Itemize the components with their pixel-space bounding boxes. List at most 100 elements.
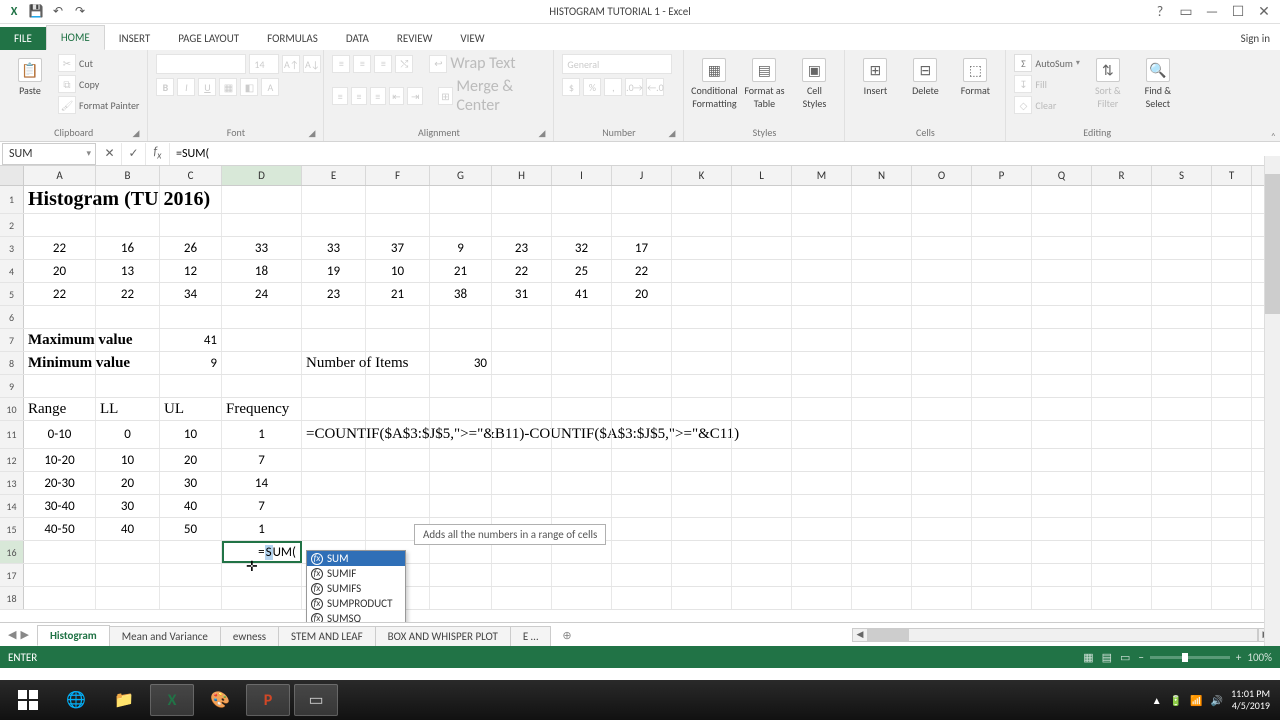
cell[interactable] bbox=[430, 472, 492, 494]
formula-autocomplete[interactable]: fxSUMfxSUMIFfxSUMIFSfxSUMPRODUCTfxSUMSQf… bbox=[306, 550, 406, 622]
cell[interactable]: 24 bbox=[222, 283, 302, 305]
col-header[interactable]: I bbox=[552, 166, 612, 185]
cell[interactable] bbox=[1032, 352, 1092, 374]
row-header[interactable]: 16 bbox=[0, 541, 24, 563]
cell[interactable] bbox=[672, 375, 732, 397]
cell[interactable] bbox=[1152, 260, 1212, 282]
cell[interactable] bbox=[1152, 306, 1212, 328]
cell[interactable] bbox=[160, 564, 222, 586]
border-icon[interactable]: ▦ bbox=[219, 78, 237, 96]
cell[interactable]: 38 bbox=[430, 283, 492, 305]
cell[interactable] bbox=[302, 495, 366, 517]
cell[interactable] bbox=[612, 398, 672, 420]
col-header[interactable]: M bbox=[792, 166, 852, 185]
cell[interactable] bbox=[222, 329, 302, 351]
zoom-slider[interactable] bbox=[1150, 656, 1230, 659]
cell[interactable] bbox=[302, 398, 366, 420]
cell[interactable] bbox=[222, 186, 302, 213]
cell[interactable] bbox=[1092, 495, 1152, 517]
cell[interactable] bbox=[852, 518, 912, 540]
redo-icon[interactable]: ↷ bbox=[72, 4, 88, 20]
cell[interactable] bbox=[672, 186, 732, 213]
cell[interactable] bbox=[852, 541, 912, 563]
cell[interactable] bbox=[612, 495, 672, 517]
cell[interactable] bbox=[1092, 472, 1152, 494]
cell[interactable]: 23 bbox=[492, 237, 552, 259]
cell[interactable]: 20 bbox=[96, 472, 160, 494]
cell[interactable] bbox=[1092, 186, 1152, 213]
cell[interactable] bbox=[852, 237, 912, 259]
cell[interactable] bbox=[1152, 541, 1212, 563]
add-sheet-button[interactable]: ⊕ bbox=[550, 626, 583, 645]
cell[interactable] bbox=[1152, 375, 1212, 397]
cell[interactable]: 0-10 bbox=[24, 421, 96, 448]
cell[interactable] bbox=[24, 587, 96, 609]
align-bottom-icon[interactable]: ≡ bbox=[374, 55, 392, 73]
col-header[interactable]: S bbox=[1152, 166, 1212, 185]
cell[interactable]: Histogram (TU 2016) bbox=[24, 186, 96, 213]
dialog-launcher-icon[interactable]: ◢ bbox=[539, 128, 546, 139]
cell[interactable] bbox=[732, 564, 792, 586]
cell[interactable]: 22 bbox=[24, 283, 96, 305]
dialog-launcher-icon[interactable]: ◢ bbox=[133, 128, 140, 139]
autosum-button[interactable]: ΣAutoSum▾ bbox=[1014, 54, 1079, 72]
cell[interactable] bbox=[1092, 329, 1152, 351]
cell[interactable]: Number of Items bbox=[302, 352, 366, 374]
cell[interactable] bbox=[366, 449, 430, 471]
tab-file[interactable]: FILE bbox=[0, 27, 46, 50]
cell[interactable]: 22 bbox=[492, 260, 552, 282]
cell[interactable] bbox=[1212, 449, 1252, 471]
hscroll-left-icon[interactable]: ◀ bbox=[852, 628, 868, 642]
cell[interactable]: 30 bbox=[430, 352, 492, 374]
cell[interactable] bbox=[1032, 421, 1092, 448]
indent-inc-icon[interactable]: ⇥ bbox=[407, 87, 423, 105]
cell[interactable] bbox=[96, 541, 160, 563]
cell[interactable] bbox=[912, 518, 972, 540]
cell[interactable] bbox=[612, 449, 672, 471]
cell[interactable] bbox=[222, 587, 302, 609]
cell[interactable]: 50 bbox=[160, 518, 222, 540]
cell[interactable] bbox=[1032, 260, 1092, 282]
sheet-nav-prev-icon[interactable]: ◀ bbox=[8, 628, 16, 641]
cell[interactable] bbox=[732, 214, 792, 236]
cell[interactable] bbox=[912, 564, 972, 586]
cell[interactable] bbox=[366, 495, 430, 517]
worksheet-grid[interactable]: A B C D E F G H I J K L M N O P Q R S T … bbox=[0, 166, 1280, 622]
minimize-icon[interactable]: — bbox=[1204, 3, 1220, 20]
cell[interactable] bbox=[552, 352, 612, 374]
cell[interactable]: 16 bbox=[96, 237, 160, 259]
font-size-combo[interactable]: 14 bbox=[249, 54, 279, 74]
cell[interactable] bbox=[852, 421, 912, 448]
cell[interactable] bbox=[1032, 186, 1092, 213]
col-header[interactable]: C bbox=[160, 166, 222, 185]
wrap-text-button[interactable]: Wrap Text bbox=[450, 54, 515, 73]
col-header[interactable]: J bbox=[612, 166, 672, 185]
col-header[interactable]: H bbox=[492, 166, 552, 185]
cell[interactable] bbox=[672, 587, 732, 609]
sheet-tab-skewness[interactable]: ewness bbox=[220, 626, 279, 646]
cell[interactable] bbox=[852, 449, 912, 471]
vertical-scrollbar[interactable] bbox=[1264, 156, 1280, 646]
tab-page-layout[interactable]: PAGE LAYOUT bbox=[164, 27, 253, 50]
cell[interactable] bbox=[732, 472, 792, 494]
cell[interactable] bbox=[1152, 186, 1212, 213]
cell[interactable]: 20 bbox=[24, 260, 96, 282]
cell[interactable] bbox=[972, 283, 1032, 305]
col-header[interactable]: D bbox=[222, 166, 302, 185]
dialog-launcher-icon[interactable]: ◢ bbox=[309, 128, 316, 139]
sheet-nav-next-icon[interactable]: ▶ bbox=[20, 628, 28, 641]
normal-view-icon[interactable]: ▦ bbox=[1083, 651, 1093, 664]
fill-button[interactable]: ↧Fill bbox=[1014, 75, 1079, 93]
cell[interactable]: 32 bbox=[552, 237, 612, 259]
save-icon[interactable]: 💾 bbox=[28, 4, 44, 20]
cell[interactable] bbox=[852, 398, 912, 420]
undo-icon[interactable]: ↶ bbox=[50, 4, 66, 20]
cell[interactable] bbox=[24, 214, 96, 236]
cell[interactable] bbox=[792, 237, 852, 259]
cell[interactable]: 10 bbox=[366, 260, 430, 282]
find-select-button[interactable]: 🔍Find & Select bbox=[1136, 54, 1180, 110]
cell[interactable] bbox=[972, 306, 1032, 328]
cell[interactable] bbox=[1032, 587, 1092, 609]
cell[interactable] bbox=[1152, 352, 1212, 374]
cell[interactable] bbox=[492, 329, 552, 351]
